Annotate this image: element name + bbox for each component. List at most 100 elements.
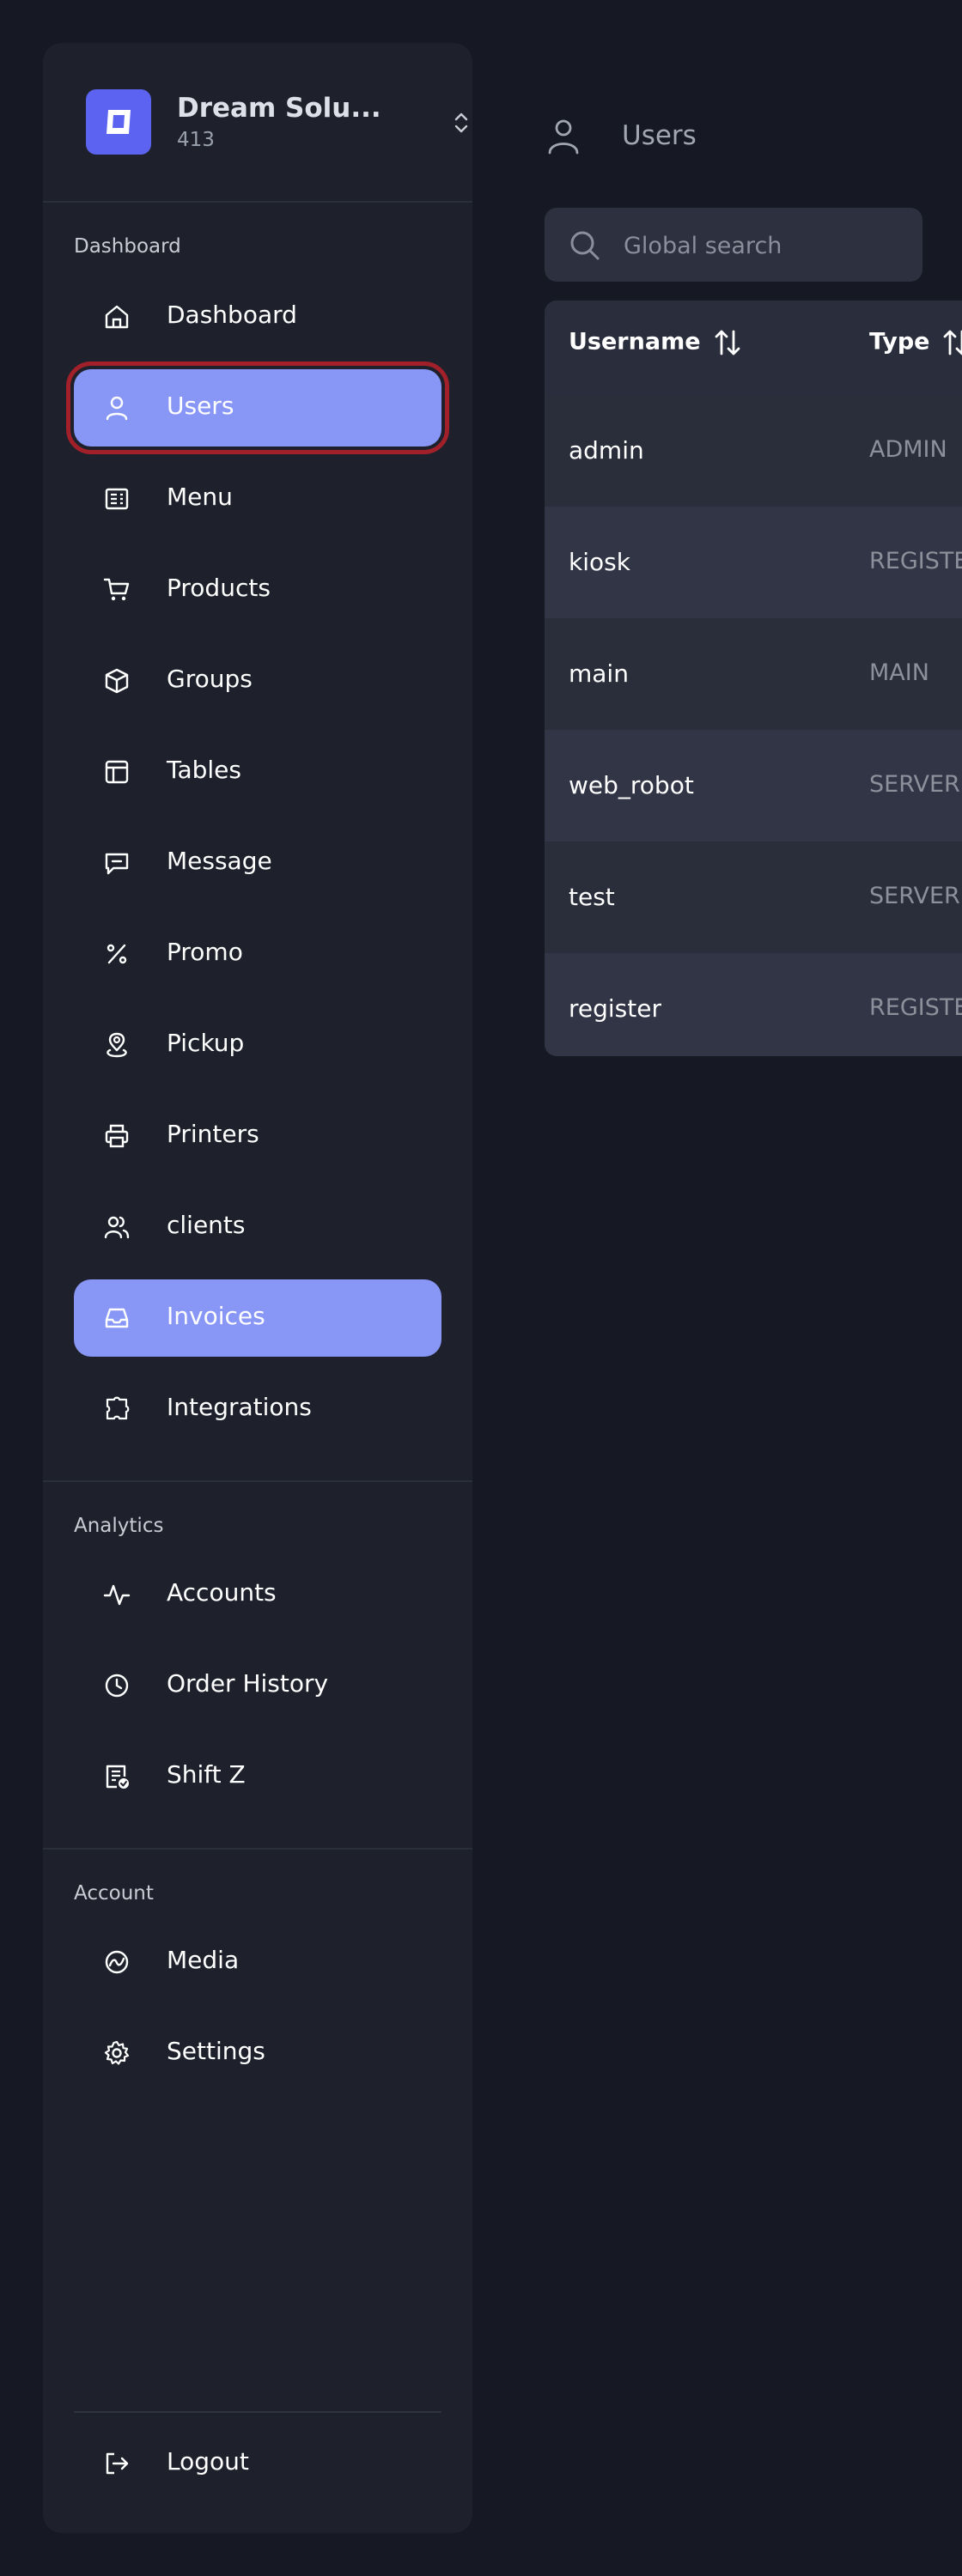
search-icon [570,231,600,260]
sidebar-item-invoices[interactable]: Invoices [74,1279,441,1357]
section-label-dashboard: Dashboard [74,235,181,258]
sidebar-item-users[interactable]: Users [66,361,449,454]
sidebar-item-order-history[interactable]: Order History [74,1647,441,1724]
page-title: Users [622,120,697,151]
cell-type: REGISTE [869,994,962,1021]
column-header-label: Type [869,328,930,355]
inbox-icon [105,1308,129,1328]
sidebar-item-message[interactable]: Message [74,824,441,902]
chevron-up-down-icon[interactable] [452,110,471,136]
sidebar-item-printers[interactable]: Printers [74,1097,441,1175]
section-label-account: Account [74,1882,154,1905]
sidebar-item-label: Order History [167,1669,329,1698]
cell-username: test [569,883,615,911]
sidebar-item-integrations[interactable]: Integrations [74,1370,441,1448]
sidebar-item-media[interactable]: Media [74,1923,441,2001]
gear-icon [104,2040,130,2065]
sidebar-item-accounts[interactable]: Accounts [74,1556,441,1633]
sidebar-divider [43,1480,472,1482]
activity-icon [103,1584,131,1606]
cell-username: kiosk [569,548,630,576]
sidebar-item-label: Products [167,574,271,602]
cell-type: SERVER [869,883,960,909]
table-layout-icon [105,760,129,784]
brand-name: Dream Solu... [177,93,381,124]
brand-logo-icon [107,110,131,134]
sidebar-item-label: Promo [167,938,243,966]
sort-icon[interactable] [943,328,962,357]
sidebar-item-dashboard[interactable]: Dashboard [74,278,441,355]
cell-username: register [569,994,661,1023]
sidebar-item-clients[interactable]: clients [74,1188,441,1266]
sidebar-item-groups[interactable]: Groups [74,642,441,720]
cell-type: ADMIN [869,436,947,463]
cell-username: main [569,659,629,688]
sidebar-item-label: clients [167,1211,246,1239]
sidebar-divider [43,1848,472,1850]
users-table: Username Type admin ADMIN kiosk REGISTE … [545,301,962,1056]
menu-list-icon [105,488,129,510]
cell-username: web_robot [569,771,694,799]
table-row[interactable]: kiosk REGISTE [545,507,962,618]
sidebar: Dream Solu... 413 Dashboard Dashboard Us… [43,43,472,2533]
column-header-label: Username [569,328,701,355]
table-header: Username Type [545,301,962,395]
sidebar-item-label: Integrations [167,1393,312,1421]
sidebar-item-label: Groups [167,665,253,693]
cell-type: REGISTE [869,548,962,574]
box-icon [105,668,129,694]
cell-type: MAIN [869,659,929,686]
sort-icon[interactable] [715,328,740,357]
cart-icon [103,578,130,601]
sidebar-item-label: Menu [167,483,233,511]
sidebar-item-label: Users [167,392,234,420]
sidebar-item-label: Printers [167,1120,259,1148]
table-row[interactable]: web_robot SERVER [545,730,962,841]
table-row[interactable]: main MAIN [545,618,962,730]
sidebar-divider [74,2411,441,2413]
user-icon [106,396,128,421]
percent-icon [107,944,127,964]
gauge-icon [105,1950,129,1974]
printer-icon [105,1124,129,1148]
message-icon [105,853,129,875]
brand-subtitle: 413 [177,129,215,151]
logout-label: Logout [167,2447,249,2476]
sidebar-item-label: Pickup [167,1029,245,1057]
table-row[interactable]: admin ADMIN [545,395,962,507]
sidebar-item-pickup[interactable]: Pickup [74,1006,441,1084]
logout-icon [106,2452,129,2475]
cell-username: admin [569,436,644,465]
table-row[interactable]: test SERVER [545,841,962,953]
sidebar-item-label: Media [167,1946,240,1974]
user-icon [548,119,579,155]
sidebar-item-shift-z[interactable]: Shift Z [74,1738,441,1815]
sidebar-item-tables[interactable]: Tables [74,733,441,811]
sidebar-item-promo[interactable]: Promo [74,915,441,993]
global-search[interactable] [545,208,922,283]
cell-type: SERVER [869,771,960,798]
column-header-type[interactable]: Type [869,328,962,357]
sidebar-item-products[interactable]: Products [74,551,441,629]
sidebar-item-label: Tables [167,756,241,784]
table-row[interactable]: register REGISTE [545,953,962,1056]
sidebar-item-label: Dashboard [167,301,297,329]
sidebar-item-label: Settings [167,2037,265,2065]
brand-switcher[interactable]: Dream Solu... 413 [86,89,468,155]
search-input[interactable] [622,208,909,283]
home-icon [105,305,129,329]
sidebar-divider [43,201,472,203]
sidebar-item-label: Accounts [167,1578,277,1607]
clock-icon [105,1674,129,1698]
location-pin-icon [107,1032,127,1058]
logout-button[interactable]: Logout [74,2425,441,2502]
section-label-analytics: Analytics [74,1515,164,1537]
sidebar-item-menu[interactable]: Menu [74,460,441,538]
sidebar-item-label: Message [167,847,272,875]
users-icon [104,1216,130,1239]
column-header-username[interactable]: Username [569,328,740,357]
puzzle-icon [106,1396,130,1420]
receipt-check-icon [106,1765,129,1789]
sidebar-item-settings[interactable]: Settings [74,2014,441,2092]
sidebar-item-label: Shift Z [167,1760,246,1789]
